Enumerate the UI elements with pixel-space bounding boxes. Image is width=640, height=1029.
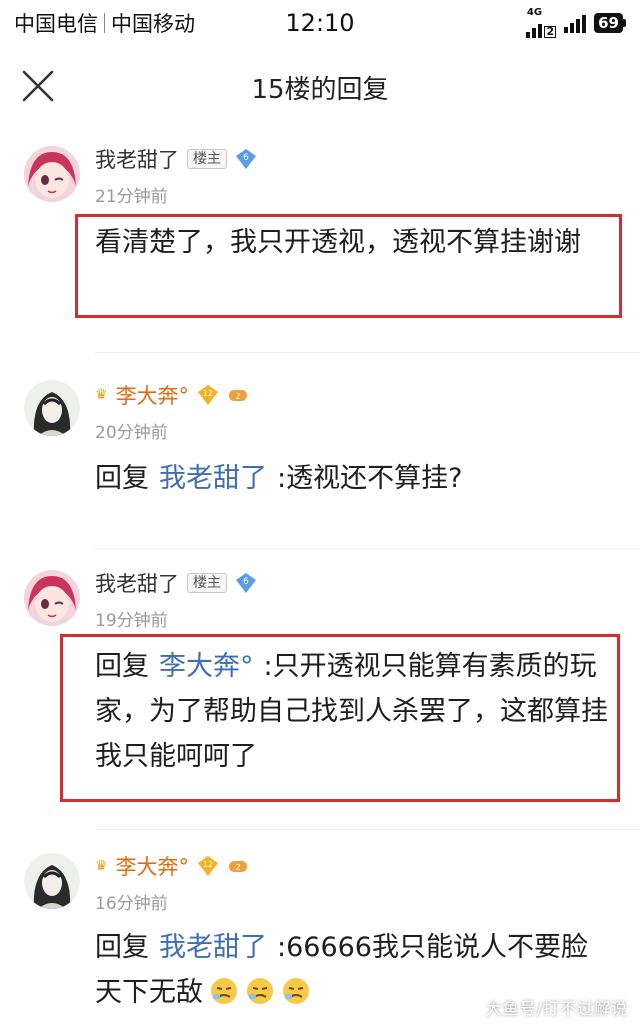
comment-text: 回复 我老甜了 :透视还不算挂? [95, 456, 615, 501]
comment-item: 我老甜了 楼主 6 21分钟前 看清楚了，我只开透视，透视不算挂谢谢 [0, 128, 640, 353]
page-header: 15楼的回复 [0, 46, 640, 128]
clock: 12:10 [285, 9, 355, 37]
watermark: 大鱼号/打不过解说 [485, 999, 628, 1018]
ink-character-avatar-icon [24, 853, 80, 909]
op-badge: 楼主 [187, 149, 227, 169]
reply-label: 回复 [95, 651, 149, 682]
crown-icon: ♛ [95, 858, 108, 874]
svg-text:12: 12 [203, 860, 213, 869]
svg-text:2: 2 [236, 392, 241, 401]
anime-girl-avatar-icon [24, 146, 80, 202]
username[interactable]: 李大奔° [116, 851, 190, 881]
sneer-emoji-icon [247, 978, 273, 1004]
gold-level-icon: 12 [198, 856, 219, 876]
comment-text: 回复 李大奔°:只开透视只能算有素质的玩家，为了帮助自己找到人杀罢了，这都算挂我只… [95, 644, 610, 779]
avatar[interactable] [24, 146, 80, 202]
name-row: 我老甜了 楼主 6 [95, 568, 257, 598]
diamond-level-icon: 6 [236, 573, 256, 593]
name-row: 我老甜了 楼主 6 [95, 144, 257, 174]
close-icon [22, 70, 54, 102]
username[interactable]: 我老甜了 [95, 568, 179, 598]
gold-level-icon: 12 [198, 385, 219, 405]
diamond-level-icon: 6 [236, 149, 256, 169]
divider [95, 352, 640, 353]
sneer-emoji-icon [283, 978, 309, 1004]
comment-text: 看清楚了，我只开透视，透视不算挂谢谢 [95, 227, 581, 258]
page-title: 15楼的回复 [251, 74, 389, 105]
crown-icon: ♛ [95, 387, 108, 403]
comment-time: 21分钟前 [95, 187, 168, 207]
anime-girl-avatar-icon [24, 570, 80, 626]
divider [95, 548, 640, 549]
svg-text:2: 2 [236, 863, 241, 872]
comment-time: 16分钟前 [95, 894, 168, 914]
avatar[interactable] [24, 380, 80, 436]
comment-item: 我老甜了 楼主 6 19分钟前 回复 李大奔°:只开透视只能算有素质的玩家，为了帮… [0, 550, 640, 830]
close-button[interactable] [18, 66, 58, 106]
mention-link[interactable]: 我老甜了 [159, 932, 267, 963]
gamepad-badge-icon: 2 [229, 861, 248, 872]
status-bar: 中国电信 中国移动 12:10 4G 2 69 [0, 0, 640, 46]
reply-label: 回复 [95, 463, 149, 494]
sneer-emoji-icon [211, 978, 237, 1004]
divider [95, 829, 640, 830]
op-badge: 楼主 [187, 573, 227, 593]
reply-content: :透视还不算挂? [277, 463, 463, 494]
name-row: ♛ 李大奔° 12 2 [95, 380, 249, 410]
avatar[interactable] [24, 853, 80, 909]
svg-text:6: 6 [243, 153, 249, 163]
mention-link[interactable]: 李大奔° [159, 651, 254, 682]
comment-item: ♛ 李大奔° 12 2 20分钟前 回复 我老甜了 :透视还不算挂? [0, 354, 640, 549]
svg-text:12: 12 [203, 389, 213, 398]
ink-character-avatar-icon [24, 380, 80, 436]
avatar[interactable] [24, 570, 80, 626]
comment-time: 19分钟前 [95, 611, 168, 631]
comment-time: 20分钟前 [95, 423, 168, 443]
mention-link[interactable]: 我老甜了 [159, 463, 267, 494]
reply-label: 回复 [95, 932, 149, 963]
gamepad-badge-icon: 2 [229, 390, 248, 401]
username[interactable]: 李大奔° [116, 380, 190, 410]
svg-text:6: 6 [243, 577, 249, 587]
name-row: ♛ 李大奔° 12 2 [95, 851, 249, 881]
username[interactable]: 我老甜了 [95, 144, 179, 174]
